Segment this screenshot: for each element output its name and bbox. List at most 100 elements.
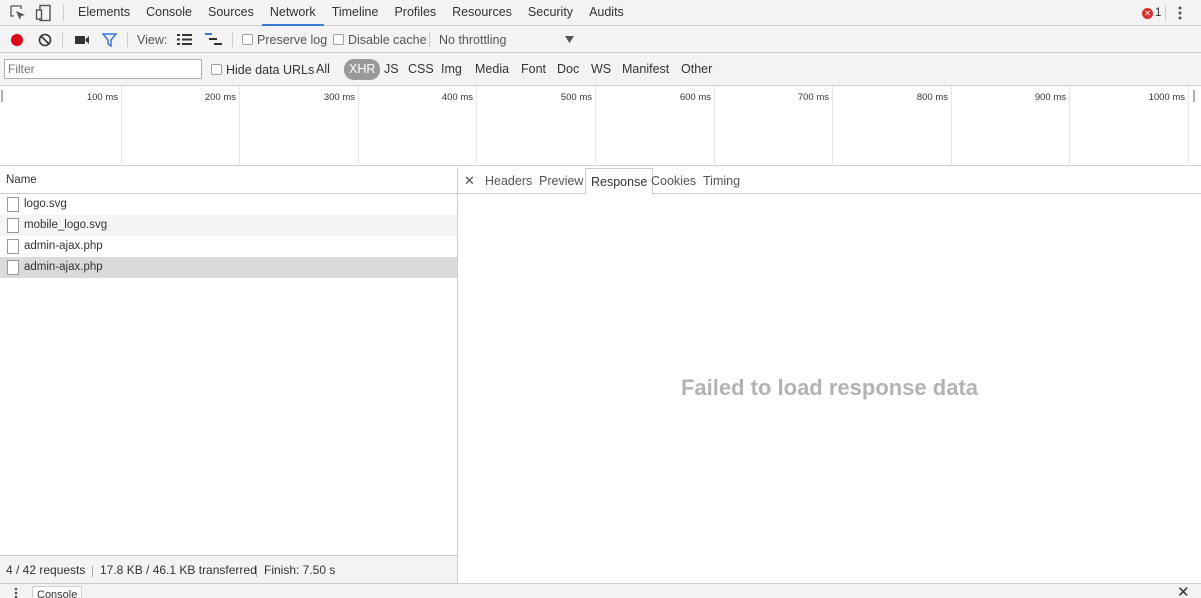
preserve-log-option[interactable]: Preserve log [242, 26, 327, 53]
overview-window-handle-right[interactable] [1193, 90, 1195, 102]
tab-elements[interactable]: Elements [70, 0, 138, 26]
file-icon [7, 218, 19, 233]
filter-type-manifest[interactable]: Manifest [622, 53, 669, 86]
throttling-select[interactable]: No throttling [439, 26, 579, 53]
overview-waterfall-icon[interactable] [205, 33, 222, 46]
tab-response[interactable]: Response [585, 168, 654, 195]
filter-input[interactable] [4, 59, 202, 79]
error-counter[interactable]: ✕ 1 [1142, 6, 1161, 20]
overview-tick-label: 500 ms [560, 92, 592, 103]
large-rows-icon[interactable] [177, 34, 192, 45]
file-icon [7, 197, 19, 212]
device-mode-icon[interactable] [35, 4, 53, 22]
filter-bar: Hide data URLs All XHR JS CSS Img Media … [0, 53, 1201, 86]
inspect-element-icon[interactable] [9, 4, 27, 22]
filter-type-xhr[interactable]: XHR [344, 59, 381, 80]
tab-timeline[interactable]: Timeline [324, 0, 387, 26]
overview-window-handle-left[interactable] [1, 90, 3, 102]
hide-data-urls-checkbox[interactable] [211, 64, 222, 75]
tab-console[interactable]: Console [138, 0, 200, 26]
tab-security[interactable]: Security [520, 0, 581, 26]
filter-type-font[interactable]: Font [521, 53, 546, 86]
filter-type-css[interactable]: CSS [408, 53, 434, 86]
request-count: 4 / 42 requests [6, 563, 86, 577]
tab-audits[interactable]: Audits [581, 0, 632, 26]
tab-network[interactable]: Network [261, 0, 324, 26]
finish-time: Finish: 7.50 s [264, 563, 336, 577]
tab-sources[interactable]: Sources [200, 0, 262, 26]
filter-icon[interactable] [102, 33, 117, 47]
error-icon: ✕ [1142, 7, 1153, 19]
requests-list: logo.svg mobile_logo.svg admin-ajax.php … [0, 194, 457, 278]
drawer-menu-icon[interactable] [14, 587, 18, 598]
overview-tick-label: 900 ms [1034, 92, 1066, 103]
overview-gridline [832, 86, 833, 166]
close-detail-icon[interactable]: ✕ [464, 173, 475, 189]
overview-gridline [1188, 86, 1189, 166]
network-overview[interactable]: 100 ms 200 ms 300 ms 400 ms 500 ms 600 ms 700 … [0, 86, 1201, 166]
summary-divider [92, 566, 93, 577]
detail-tabs: ✕ Headers Preview Response Cookies Timin… [458, 167, 1201, 195]
requests-pane: Name logo.svg mobile_logo.svg admin-ajax… [0, 167, 458, 583]
filter-type-all[interactable]: All [316, 53, 330, 86]
tab-headers[interactable]: Headers [480, 167, 537, 194]
more-options-icon[interactable] [1177, 5, 1183, 21]
request-name: admin-ajax.php [24, 261, 103, 273]
overview-gridline [476, 86, 477, 166]
name-column-header[interactable]: Name [0, 167, 457, 194]
throttling-value: No throttling [439, 32, 507, 47]
error-count: 1 [1155, 7, 1162, 19]
summary-divider [256, 566, 257, 577]
overview-tick-label: 700 ms [797, 92, 829, 103]
overview-tick-label: 400 ms [441, 92, 473, 103]
disable-cache-option[interactable]: Disable cache [333, 26, 427, 53]
toolbar-divider [63, 5, 64, 21]
overview-tick-label: 300 ms [323, 92, 355, 103]
request-row[interactable]: admin-ajax.php [0, 236, 457, 257]
request-detail-pane: ✕ Headers Preview Response Cookies Timin… [458, 167, 1201, 583]
request-row-selected[interactable]: admin-ajax.php [0, 257, 457, 278]
filter-type-js[interactable]: JS [384, 53, 399, 86]
filter-type-img[interactable]: Img [441, 53, 462, 86]
network-toolbar: View: Preserve log Disable cache No thro… [0, 26, 1201, 53]
network-summary-bar: 4 / 42 requests 17.8 KB / 46.1 KB transf… [0, 555, 457, 583]
file-icon [7, 239, 19, 254]
overview-tick-label: 800 ms [916, 92, 948, 103]
toolbar-divider [127, 32, 128, 47]
hide-data-urls-option[interactable]: Hide data URLs [211, 53, 314, 86]
filter-type-doc[interactable]: Doc [557, 53, 579, 86]
request-name: admin-ajax.php [24, 240, 103, 252]
overview-gridline [358, 86, 359, 166]
preserve-log-label: Preserve log [257, 32, 328, 47]
view-label: View: [137, 32, 168, 47]
hide-data-urls-label: Hide data URLs [226, 62, 315, 77]
response-error-message: Failed to load response data [680, 375, 979, 400]
toolbar-divider [1165, 5, 1166, 21]
console-drawer: Console ✕ [0, 583, 1201, 598]
tab-profiles[interactable]: Profiles [386, 0, 444, 26]
disable-cache-label: Disable cache [348, 32, 427, 47]
overview-gridline [1069, 86, 1070, 166]
drawer-tab-console[interactable]: Console [32, 586, 83, 598]
filter-type-other[interactable]: Other [681, 53, 712, 86]
panel-tabs: Elements Console Sources Network Timelin… [70, 0, 632, 26]
request-row[interactable]: logo.svg [0, 194, 457, 215]
close-drawer-icon[interactable]: ✕ [1177, 583, 1190, 598]
disable-cache-checkbox[interactable] [333, 34, 344, 45]
tab-preview[interactable]: Preview [534, 167, 588, 194]
tab-cookies[interactable]: Cookies [646, 167, 701, 194]
record-icon[interactable] [10, 33, 24, 47]
name-column-label: Name [6, 174, 37, 186]
capture-screenshots-icon[interactable] [74, 34, 90, 46]
request-name: mobile_logo.svg [24, 219, 108, 231]
overview-tick-label: 600 ms [679, 92, 711, 103]
clear-icon[interactable] [38, 33, 52, 47]
preserve-log-checkbox[interactable] [242, 34, 253, 45]
filter-type-media[interactable]: Media [475, 53, 509, 86]
devtools-tab-bar: Elements Console Sources Network Timelin… [0, 0, 1201, 26]
tab-timing[interactable]: Timing [698, 167, 745, 194]
tab-resources[interactable]: Resources [444, 0, 520, 26]
filter-type-ws[interactable]: WS [591, 53, 611, 86]
overview-gridline [714, 86, 715, 166]
request-row[interactable]: mobile_logo.svg [0, 215, 457, 236]
